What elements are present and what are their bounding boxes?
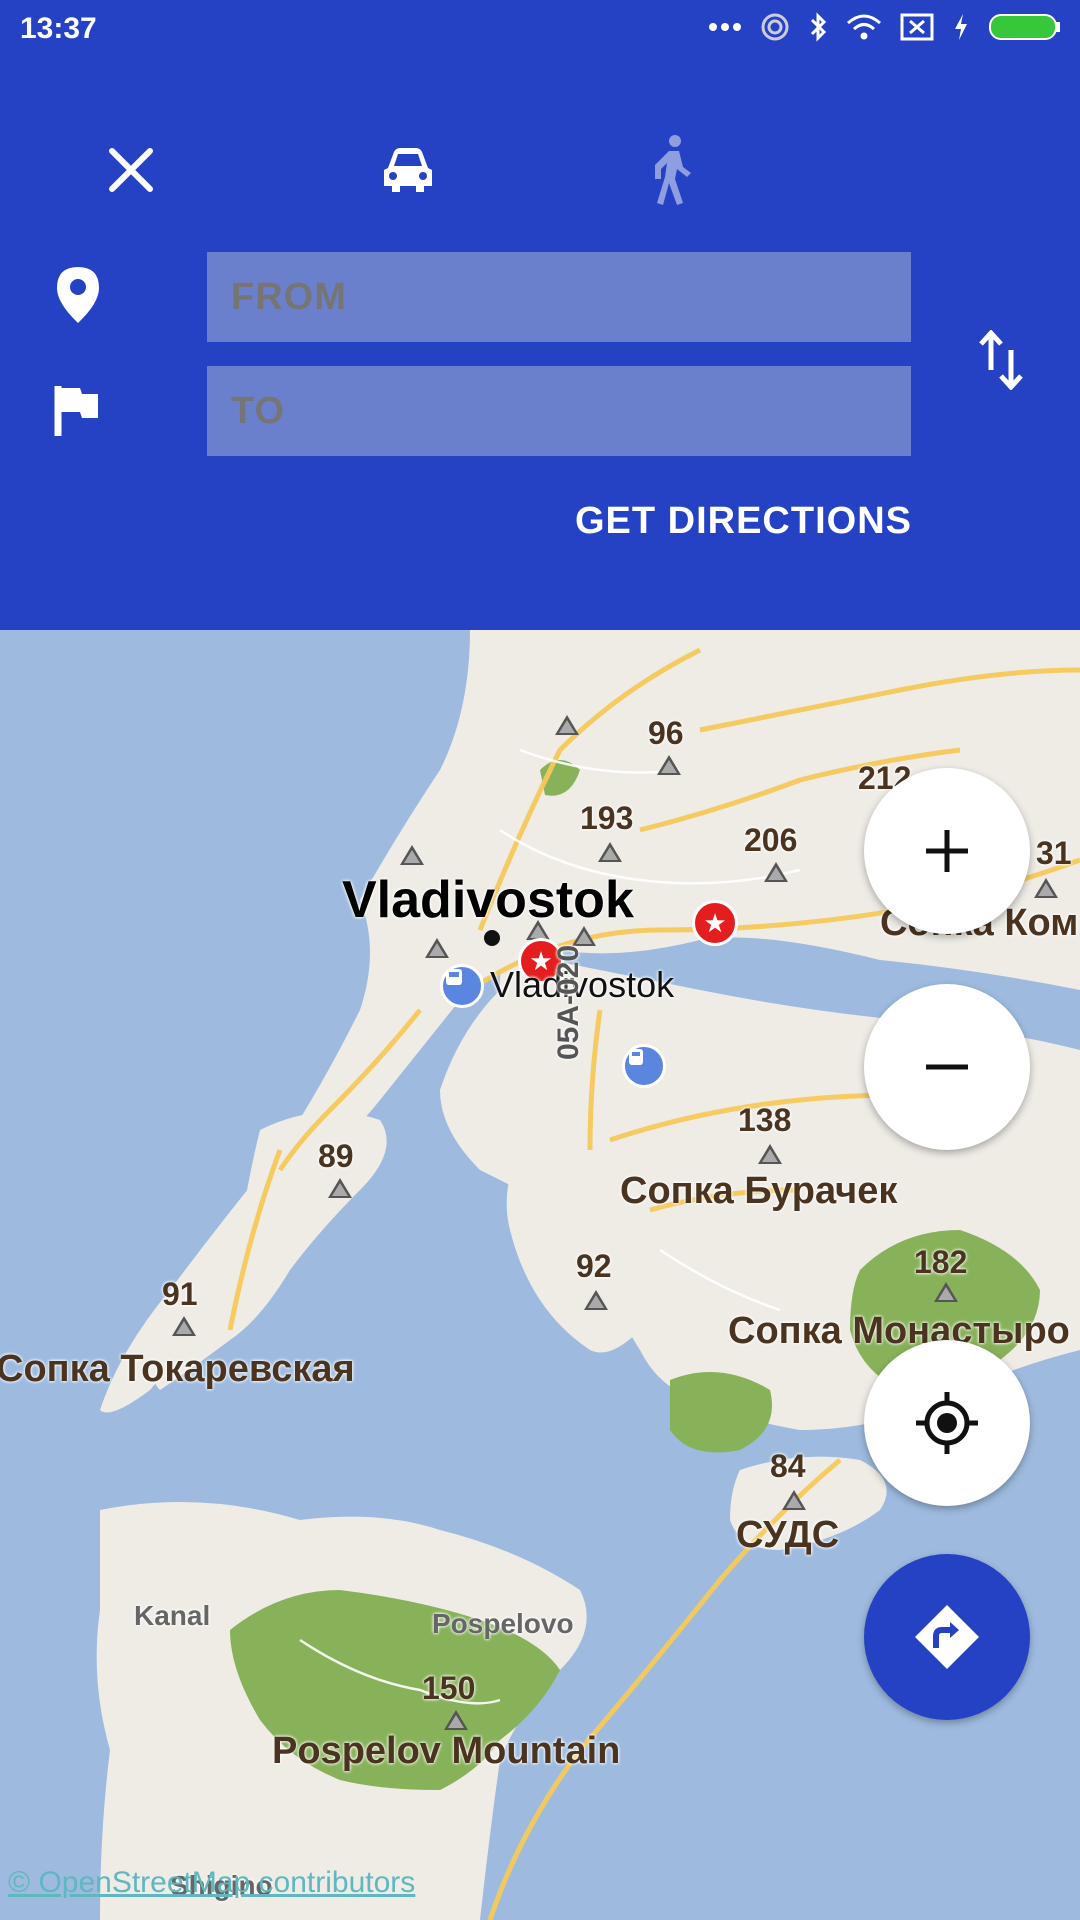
zoom-out-button[interactable] (864, 984, 1030, 1150)
peak-marker (172, 1316, 196, 1336)
bus-stop-icon[interactable] (440, 964, 484, 1008)
peak-marker (572, 926, 596, 946)
peak-marker (444, 1710, 468, 1730)
peak-marker (657, 755, 681, 775)
directions-button[interactable] (864, 1554, 1030, 1720)
peak-label: 91 (162, 1276, 198, 1312)
peak-marker (425, 938, 449, 958)
peak-label: 193 (580, 800, 634, 836)
train-station-icon[interactable] (622, 1044, 666, 1088)
car-icon (384, 148, 432, 192)
peak-marker (1034, 878, 1058, 898)
directions-icon (915, 1605, 979, 1669)
peak-marker (555, 715, 579, 735)
peak-label: 182 (914, 1244, 968, 1280)
close-button[interactable] (86, 125, 176, 215)
wifi-icon (846, 13, 882, 41)
peak-marker (526, 920, 550, 940)
bluetooth-icon (808, 12, 828, 42)
peak-label: 96 (648, 715, 684, 751)
charging-icon (952, 12, 970, 42)
from-input[interactable] (207, 252, 911, 342)
peak-marker (584, 1290, 608, 1310)
peak-marker (758, 1144, 782, 1164)
status-bar: 13:37 (0, 0, 1080, 60)
place-label: Kanal (134, 1600, 211, 1631)
zoom-in-button[interactable] (864, 768, 1030, 934)
peak-marker (934, 1282, 958, 1302)
peak-marker (400, 845, 424, 865)
status-icons (708, 12, 1062, 42)
peak-label: 89 (318, 1138, 354, 1174)
close-icon (109, 148, 153, 192)
osm-attribution-link[interactable]: © OpenStreetMap contributors (8, 1866, 415, 1900)
peak-label: 206 (744, 822, 798, 858)
crosshair-icon (916, 1392, 978, 1454)
place-label: Сопка Токаревская (0, 1348, 355, 1390)
peak-label: 92 (576, 1248, 612, 1284)
location-pin-icon (48, 260, 108, 330)
peak-marker (598, 842, 622, 862)
mode-car-button[interactable] (363, 125, 453, 215)
city-dot (484, 930, 500, 946)
peak-marker (782, 1490, 806, 1510)
get-directions-button[interactable]: GET DIRECTIONS (575, 500, 912, 543)
my-location-button[interactable] (864, 1340, 1030, 1506)
swap-vertical-icon (979, 330, 1023, 390)
to-input[interactable] (207, 366, 911, 456)
peak-marker (328, 1178, 352, 1198)
battery-icon (988, 12, 1062, 42)
city-label: Vladivostok (342, 871, 634, 929)
place-label: СУДС (736, 1514, 840, 1556)
place-label: Сопка Бурачек (620, 1170, 898, 1212)
status-time: 13:37 (20, 12, 97, 45)
peak-marker (764, 862, 788, 882)
flag-icon (48, 376, 108, 446)
peak-label: 31 (1036, 835, 1072, 871)
minus-icon (926, 1064, 968, 1070)
place-label: Pospelov Mountain (272, 1730, 621, 1772)
walk-icon (655, 135, 691, 205)
peak-label: 138 (738, 1102, 792, 1138)
swap-button[interactable] (966, 320, 1036, 400)
no-sim-icon (900, 13, 934, 41)
peak-label: 150 (422, 1670, 476, 1706)
place-label: Pospelovo (432, 1608, 574, 1639)
hotspot-icon (760, 12, 790, 42)
place-label: Сопка Монастыро (728, 1310, 1070, 1352)
mode-walk-button[interactable] (627, 125, 717, 215)
more-icon (708, 22, 742, 32)
road-label: 05A-020 (552, 944, 585, 1060)
directions-panel: GET DIRECTIONS (0, 60, 1080, 630)
favorite-pin[interactable]: ★ (692, 900, 738, 946)
plus-icon (926, 830, 968, 872)
peak-label: 84 (770, 1448, 806, 1484)
